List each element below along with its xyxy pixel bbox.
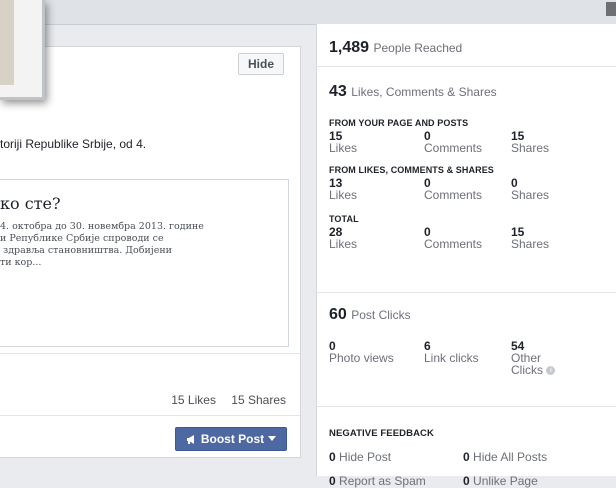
engagement-section: 43 Likes, Comments & Shares FROM YOUR PA… xyxy=(317,66,616,293)
report-spam-stat: 0 Report as Spam xyxy=(329,474,426,488)
stat-shares: 15 Shares xyxy=(511,129,550,155)
stat-likes: 15 Likes xyxy=(329,129,358,155)
stat-link-clicks: 6 Link clicks xyxy=(424,339,479,365)
group-header: TOTAL xyxy=(329,214,359,224)
hide-post-stat: 0 Hide Post xyxy=(329,450,392,464)
stat-other-clicks: 54 Other Clicks i xyxy=(511,340,556,376)
negative-feedback-header: NEGATIVE FEEDBACK xyxy=(329,428,434,439)
shares-count[interactable]: 15 Shares xyxy=(231,393,286,407)
boost-label: Boost Post xyxy=(200,432,265,446)
link-title[interactable]: ко сте? xyxy=(0,194,61,213)
boost-post-button[interactable]: Boost Post xyxy=(175,427,287,451)
post-text: toriji Republike Srbije, od 4. xyxy=(0,137,147,151)
stat-comments: 0 Comments xyxy=(424,129,483,155)
clicks-label: Post Clicks xyxy=(351,308,411,322)
post-card: Hide toriji Republike Srbije, od 4. ко с… xyxy=(0,46,301,458)
divider xyxy=(0,353,300,354)
megaphone-icon xyxy=(186,432,200,446)
stat-shares: 15 Shares xyxy=(511,225,550,251)
link-preview[interactable]: ко сте? 4. октобра до 30. новембра 2013.… xyxy=(0,179,289,347)
stat-photo-views: 0 Photo views xyxy=(329,339,394,365)
caret-down-icon xyxy=(267,432,276,446)
insights-panel: 1,489 People Reached 43 Likes, Comments … xyxy=(316,24,616,488)
unlike-page-stat: 0 Unlike Page xyxy=(463,474,538,488)
hide-button[interactable]: Hide xyxy=(238,53,284,75)
negative-feedback-section: NEGATIVE FEEDBACK 0 Hide Post 0 Hide All… xyxy=(317,406,616,488)
top-bar xyxy=(0,0,616,25)
reach-value: 1,489 xyxy=(329,39,370,56)
divider xyxy=(0,415,300,416)
stat-comments: 0 Comments xyxy=(424,225,483,251)
stat-likes: 28 Likes xyxy=(329,225,358,251)
hide-all-posts-stat: 0 Hide All Posts xyxy=(463,450,548,464)
engagement-label: Likes, Comments & Shares xyxy=(351,85,497,99)
profile-photo-thumbnail[interactable] xyxy=(0,0,45,100)
clicks-section: 60 Post Clicks 0 Photo views 6 Link clicks… xyxy=(317,292,616,407)
clicks-value: 60 xyxy=(329,306,347,323)
stat-comments: 0 Comments xyxy=(424,176,483,202)
top-bar-corner xyxy=(606,2,616,16)
photo-edge xyxy=(0,0,14,85)
info-icon[interactable]: i xyxy=(546,366,556,376)
group-header: FROM LIKES, COMMENTS & SHARES xyxy=(329,165,494,175)
reach-label: People Reached xyxy=(373,41,463,55)
stat-shares: 0 Shares xyxy=(511,176,550,202)
engagement-value: 43 xyxy=(329,83,347,100)
post-counts: 15 Likes 15 Shares xyxy=(159,393,286,407)
stat-likes: 13 Likes xyxy=(329,176,358,202)
link-description: 4. октобра до 30. новембра 2013. године … xyxy=(0,221,204,268)
likes-count[interactable]: 15 Likes xyxy=(171,393,216,407)
group-header: FROM YOUR PAGE AND POSTS xyxy=(329,118,469,128)
reach-section: 1,489 People Reached xyxy=(317,24,616,67)
